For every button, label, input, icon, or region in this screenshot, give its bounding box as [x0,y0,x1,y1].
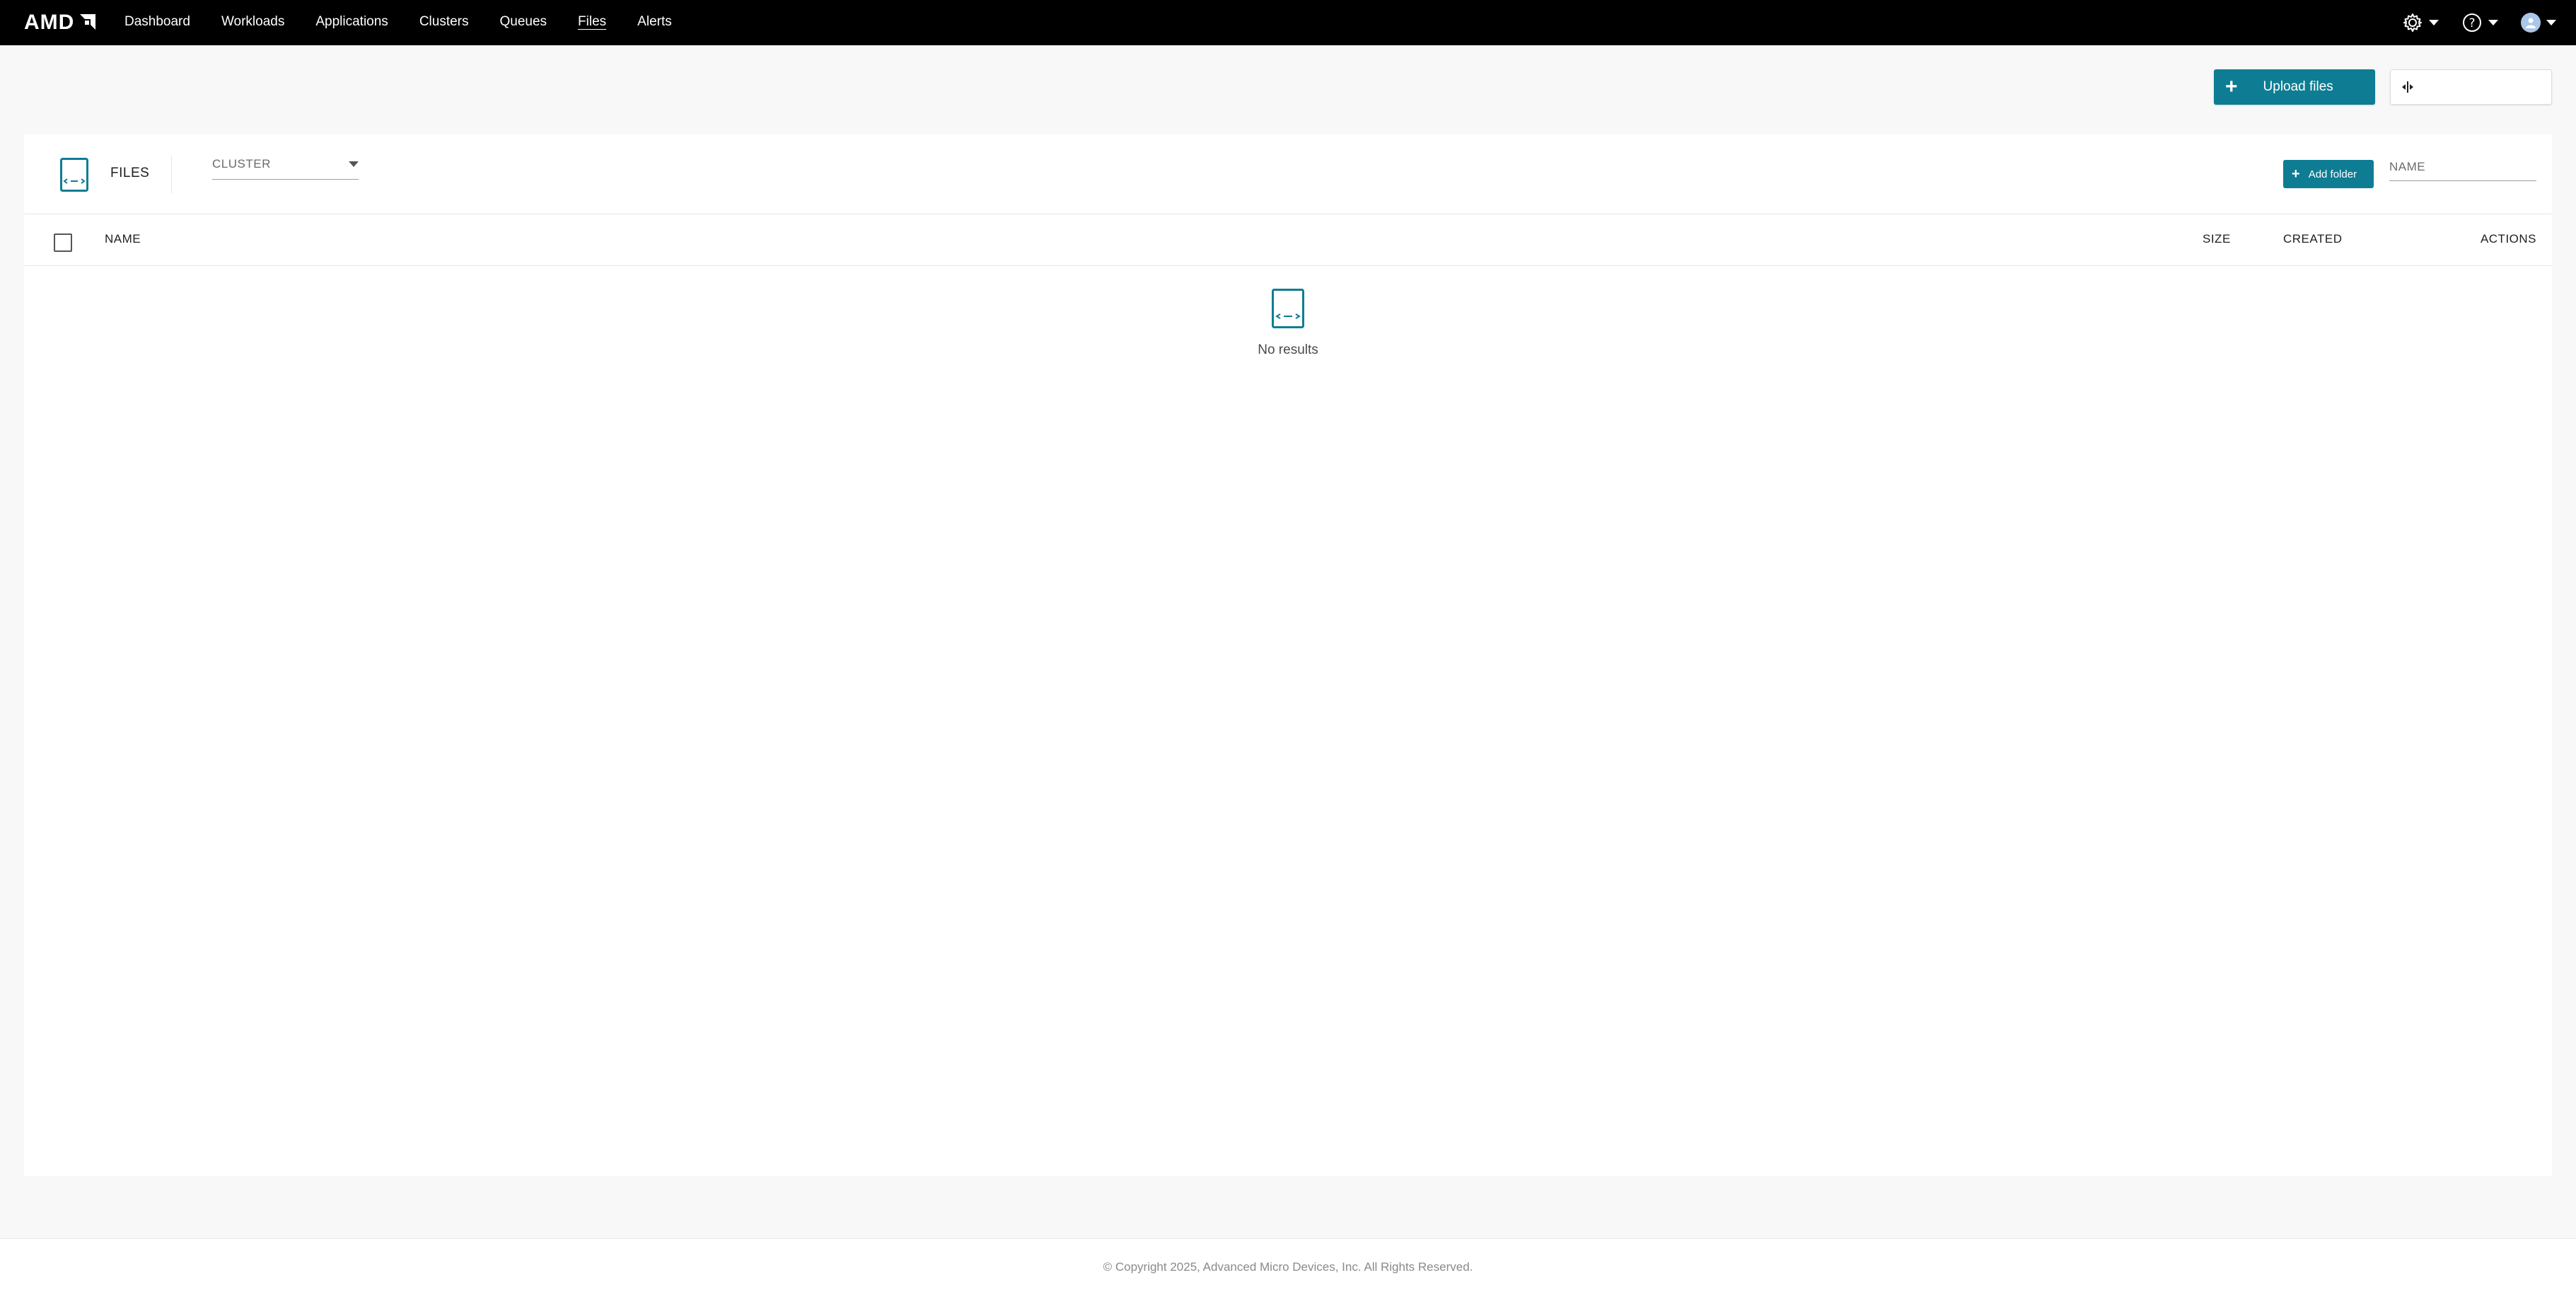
column-header-created[interactable]: CREATED [2283,232,2342,246]
select-all-checkbox[interactable] [54,233,72,252]
plus-icon: + [2292,166,2300,182]
header-divider [171,156,172,194]
add-folder-button[interactable]: + Add folder [2283,160,2374,188]
top-nav-bar: AMD Dashboard Workloads Applications Clu… [0,0,2576,45]
help-icon: ? [2463,13,2481,32]
copyright-text: © Copyright 2025, Advanced Micro Devices… [1103,1260,1473,1274]
gear-icon [2403,13,2422,32]
code-file-icon [1272,289,1304,328]
avatar [2521,13,2541,33]
empty-state-text: No results [1258,342,1318,357]
name-filter-input[interactable] [2389,156,2536,181]
settings-menu[interactable] [2402,12,2439,33]
amd-logo[interactable]: AMD [24,11,97,34]
column-header-size[interactable]: SIZE [2203,232,2231,246]
upload-files-button[interactable]: + Upload files [2214,69,2375,105]
plus-icon: + [2225,75,2238,98]
cluster-select-label: CLUSTER [212,157,271,171]
nav-clusters[interactable]: Clusters [419,14,469,31]
help-menu[interactable]: ? [2461,12,2498,33]
files-title: FILES [110,166,150,180]
upload-files-label: Upload files [2263,79,2333,94]
split-view-button[interactable] [2390,69,2552,105]
add-folder-label: Add folder [2308,168,2357,180]
files-table-header: NAME SIZE CREATED ACTIONS [24,215,2552,266]
chevron-down-icon [349,161,359,167]
split-view-icon [2402,81,2413,93]
user-menu[interactable] [2521,13,2556,33]
nav-right-controls: ? [2379,0,2556,45]
chevron-down-icon [2488,20,2498,25]
chevron-down-icon [2429,20,2439,25]
column-header-name[interactable]: NAME [105,232,141,246]
cluster-select[interactable]: CLUSTER [212,154,359,180]
user-icon [2526,18,2536,28]
main-nav: Dashboard Workloads Applications Cluster… [124,0,703,45]
nav-applications[interactable]: Applications [315,14,388,31]
footer: © Copyright 2025, Advanced Micro Devices… [0,1238,2576,1292]
code-file-icon [60,158,88,192]
amd-arrow-logo-icon [80,14,96,30]
nav-alerts[interactable]: Alerts [637,14,672,31]
nav-workloads[interactable]: Workloads [221,14,284,31]
nav-queues[interactable]: Queues [500,14,547,31]
empty-state: No results [24,289,2552,358]
nav-dashboard[interactable]: Dashboard [124,14,190,31]
nav-files[interactable]: Files [578,14,606,31]
files-panel: FILES CLUSTER + Add folder NAME SIZE CRE… [24,134,2552,1176]
files-panel-header: FILES CLUSTER + Add folder [24,134,2552,214]
logo-text: AMD [24,11,75,34]
svg-text:?: ? [2468,16,2475,30]
column-header-actions: ACTIONS [2480,232,2536,246]
chevron-down-icon [2546,20,2556,25]
